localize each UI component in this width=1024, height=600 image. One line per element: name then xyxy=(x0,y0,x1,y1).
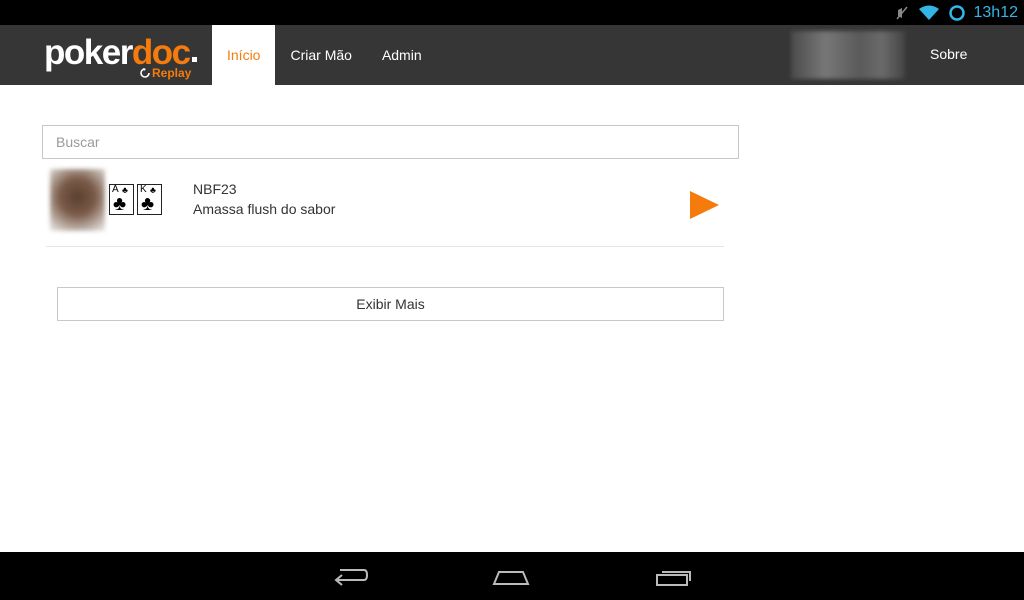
user-avatar[interactable] xyxy=(791,31,905,79)
nav-item-criar-mao[interactable]: Criar Mão xyxy=(275,25,366,85)
logo-replay-label: Replay xyxy=(152,66,192,80)
playing-card: A ♣ ♣ xyxy=(109,184,134,215)
hand-description: Amassa flush do sabor xyxy=(193,201,336,217)
recents-icon[interactable] xyxy=(654,564,694,588)
sync-icon xyxy=(948,4,966,22)
pokerdoc-logo[interactable]: pokerdoc Replay xyxy=(44,33,204,81)
system-nav-bar xyxy=(0,552,1024,600)
play-icon[interactable] xyxy=(690,191,720,221)
replay-icon xyxy=(140,68,150,78)
nav-item-inicio[interactable]: Início xyxy=(212,25,276,85)
card-suit: ♣ xyxy=(141,193,155,215)
nav-item-sobre[interactable]: Sobre xyxy=(930,46,967,62)
hand-list-item[interactable]: A ♣ ♣ K ♣ ♣ NBF23 Amassa flush do sabor xyxy=(46,169,724,247)
wifi-icon xyxy=(918,5,940,21)
logo-text-poker: poker xyxy=(44,33,133,72)
playing-card: K ♣ ♣ xyxy=(137,184,162,215)
card-suit: ♣ xyxy=(113,193,127,215)
player-avatar xyxy=(50,169,105,231)
logo-replay: Replay xyxy=(140,66,191,80)
back-icon[interactable] xyxy=(330,564,370,588)
status-clock: 13h12 xyxy=(973,3,1019,21)
show-more-button[interactable]: Exibir Mais xyxy=(57,287,724,321)
home-icon[interactable] xyxy=(491,564,531,588)
app-header: pokerdoc Replay Início Criar Mão Admin S… xyxy=(0,25,1024,85)
logo-dot xyxy=(192,57,197,62)
muted-icon xyxy=(894,5,910,21)
main-content: A ♣ ♣ K ♣ ♣ NBF23 Amassa flush do sabor … xyxy=(0,85,1024,552)
status-bar: 13h12 xyxy=(0,0,1024,25)
search-input[interactable] xyxy=(42,125,739,159)
hand-title: NBF23 xyxy=(193,181,237,197)
main-nav: Início Criar Mão Admin xyxy=(212,25,437,85)
nav-item-admin[interactable]: Admin xyxy=(367,25,437,85)
